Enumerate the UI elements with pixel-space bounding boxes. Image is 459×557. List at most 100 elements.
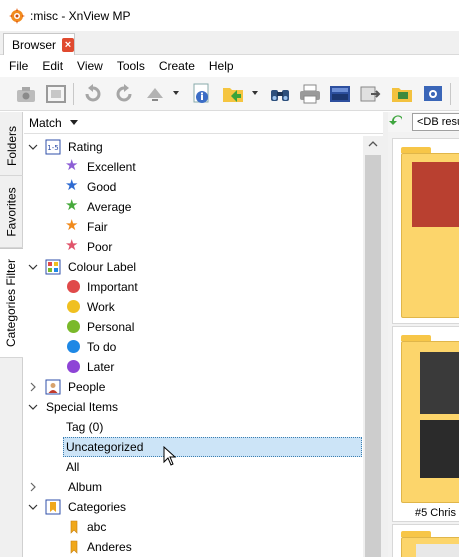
db-results-field[interactable]: <DB resu [412, 113, 459, 131]
chevron-down-icon [69, 120, 78, 125]
tab-browser[interactable]: Browser × [3, 33, 75, 55]
title-bar: :misc - XnView MP [0, 0, 459, 31]
close-icon[interactable]: × [62, 37, 74, 52]
tree-item-important[interactable]: Important [24, 277, 363, 297]
tree-item-later[interactable]: Later [24, 357, 363, 377]
thumbnail-card[interactable]: #5 Chris R [392, 326, 459, 522]
chevron-down-icon[interactable] [28, 142, 38, 152]
tree-item-fair[interactable]: ★ Fair [24, 217, 363, 237]
rotate-left-icon[interactable] [81, 82, 105, 106]
chevron-right-icon[interactable] [28, 382, 38, 392]
tree-label: Fair [87, 220, 108, 234]
tab-favorites[interactable]: Favorites [0, 176, 23, 248]
chevron-down-icon[interactable] [28, 262, 38, 272]
tree-label: Album [68, 480, 103, 494]
tree-item-average[interactable]: ★ Average [24, 197, 363, 217]
tree-label: Colour Label [68, 260, 137, 274]
slideshow-icon[interactable] [328, 82, 352, 106]
scrollbar-thumb[interactable] [365, 155, 381, 557]
color-dot-icon [67, 320, 80, 333]
tree-label: People [68, 380, 106, 394]
menu-create[interactable]: Create [152, 59, 202, 73]
tree-label: Good [87, 180, 117, 194]
tab-categories-filter[interactable]: Categories Filter [0, 248, 23, 358]
photo-thumbnail [412, 162, 459, 227]
tree-item-poor[interactable]: ★ Poor [24, 237, 363, 257]
tree-node-album[interactable]: Album [24, 477, 363, 497]
tree-item-personal[interactable]: Personal [24, 317, 363, 337]
back-arrow-icon[interactable] [388, 114, 406, 130]
tree-label: All [66, 460, 80, 474]
tree-scrollbar[interactable] [363, 136, 383, 557]
menu-view[interactable]: View [70, 59, 110, 73]
xnview-logo-icon [9, 7, 25, 24]
tree-node-rating[interactable]: 1-5 Rating [24, 137, 363, 157]
toolbar [0, 77, 459, 111]
tree-label: To do [87, 340, 117, 354]
tree-item-to-do[interactable]: To do [24, 337, 363, 357]
chevron-right-icon[interactable] [28, 482, 38, 492]
match-label: Match [29, 115, 62, 130]
color-dot-icon [67, 280, 80, 293]
tree-label: abc [87, 520, 107, 534]
tree-item-tag[interactable]: Tag (0) [24, 417, 363, 437]
chevron-up-icon[interactable] [363, 136, 383, 153]
rotate-menu-icon[interactable] [143, 82, 167, 106]
thumbnail-card[interactable] [392, 524, 459, 557]
open-with-dropdown-caret[interactable] [252, 91, 258, 95]
photo-thumbnail [416, 544, 459, 557]
folder-icon [401, 537, 459, 557]
capture-icon[interactable] [421, 82, 445, 106]
menu-help[interactable]: Help [202, 59, 241, 73]
menu-edit[interactable]: Edit [35, 59, 70, 73]
tree-item-anderes[interactable]: Anderes [24, 537, 363, 557]
tree-item-abc[interactable]: abc [24, 517, 363, 537]
tree-label: Uncategorized [66, 440, 144, 454]
tree-label: Poor [87, 240, 113, 254]
thumbnail-caption: #5 Chris R [415, 507, 459, 519]
match-dropdown[interactable]: Match [24, 112, 383, 134]
browser-pane: <DB resu #5 Chris R [388, 112, 459, 557]
info-icon[interactable] [190, 82, 214, 106]
tree-node-colour-label[interactable]: Colour Label [24, 257, 363, 277]
category-tree: 1-5 Rating ★ Excellent ★ Good ★ Average … [24, 136, 363, 557]
toolbar-separator [450, 83, 451, 105]
tree-node-categories[interactable]: Categories [24, 497, 363, 517]
tree-label: Important [87, 280, 138, 294]
export-icon[interactable] [390, 82, 414, 106]
folder-icon [401, 341, 459, 503]
tree-item-work[interactable]: Work [24, 297, 363, 317]
tree-item-excellent[interactable]: ★ Excellent [24, 157, 363, 177]
chevron-down-icon[interactable] [28, 502, 38, 512]
categories-filter-panel: Match 1-5 Rating ★ Excellent ★ Good ★ Av… [24, 112, 383, 557]
chevron-down-icon[interactable] [28, 402, 38, 412]
tree-item-all[interactable]: All [24, 457, 363, 477]
tree-label: Tag (0) [66, 420, 104, 434]
tree-label: Work [87, 300, 115, 314]
tab-folders[interactable]: Folders [0, 116, 23, 176]
tree-node-people[interactable]: People [24, 377, 363, 397]
star-icon: ★ [65, 217, 79, 234]
people-icon [45, 379, 61, 395]
tab-label: Browser [12, 37, 57, 52]
tree-item-good[interactable]: ★ Good [24, 177, 363, 197]
print-icon[interactable] [298, 82, 322, 106]
categories-icon [45, 499, 61, 515]
binoculars-icon[interactable] [268, 82, 292, 106]
rotate-right-icon[interactable] [112, 82, 136, 106]
menu-file[interactable]: File [0, 59, 35, 73]
folder-icon [401, 153, 459, 318]
tree-node-special-items[interactable]: Special Items [24, 397, 363, 417]
open-with-icon[interactable] [221, 82, 245, 106]
bookmark-icon [70, 520, 78, 534]
tab-strip: Browser × [0, 31, 459, 55]
menu-tools[interactable]: Tools [110, 59, 152, 73]
rotate-dropdown-caret[interactable] [173, 91, 179, 95]
convert-icon[interactable] [359, 82, 383, 106]
star-icon: ★ [65, 237, 79, 254]
thumbnail-card[interactable] [392, 138, 459, 324]
fullscreen-icon[interactable] [44, 82, 68, 106]
acquire-icon[interactable] [14, 82, 38, 106]
tree-item-uncategorized[interactable]: Uncategorized [24, 437, 363, 457]
tree-label: Rating [68, 140, 103, 154]
